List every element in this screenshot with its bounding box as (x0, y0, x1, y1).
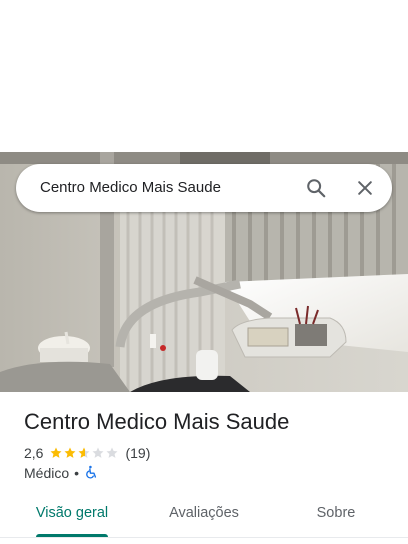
star-icon (50, 447, 62, 458)
separator: • (74, 465, 80, 481)
rating-row[interactable]: 2,6 (19) (24, 443, 150, 463)
tab-bar: Visão geral Avaliações Sobre (0, 490, 408, 538)
search-bar[interactable]: Centro Medico Mais Saude (16, 164, 392, 212)
star-rating (49, 446, 119, 460)
category-row: Médico • (24, 463, 98, 483)
star-icon (106, 447, 118, 458)
tab-about[interactable]: Sobre (296, 490, 376, 536)
tab-reviews[interactable]: Avaliações (152, 490, 256, 536)
star-icon (92, 447, 104, 458)
search-input[interactable]: Centro Medico Mais Saude (40, 164, 221, 212)
wheelchair-icon (84, 465, 98, 482)
tabs-divider (0, 537, 408, 538)
blank-header-area (0, 0, 408, 152)
review-count[interactable]: (19) (125, 445, 150, 461)
tab-overview[interactable]: Visão geral (24, 490, 120, 536)
star-icon (64, 447, 76, 458)
rating-value: 2,6 (24, 445, 44, 461)
close-icon[interactable] (351, 174, 379, 202)
place-title: Centro Medico Mais Saude (24, 409, 290, 434)
search-icon[interactable] (302, 174, 330, 202)
star-icon (78, 447, 90, 458)
place-category: Médico (24, 465, 70, 481)
